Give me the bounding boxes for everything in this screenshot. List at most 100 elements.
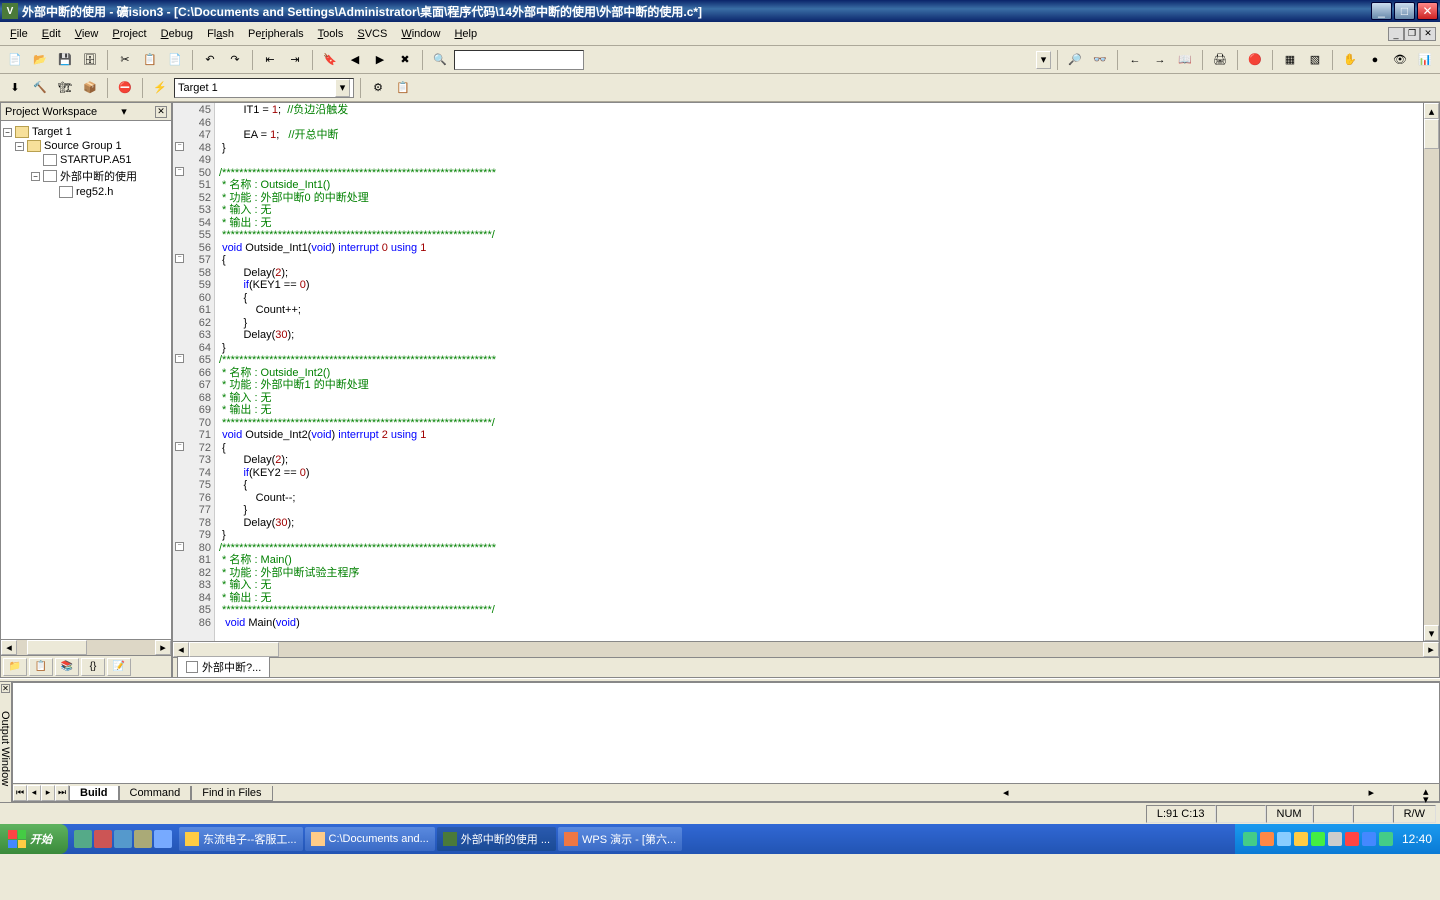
menu-view[interactable]: View	[69, 26, 105, 42]
mdi-restore-button[interactable]: ❐	[1404, 27, 1420, 41]
find-combo[interactable]	[454, 50, 584, 70]
menu-tools[interactable]: Tools	[312, 26, 350, 42]
find-combo-arrow[interactable]: ▾	[1036, 51, 1051, 69]
cut-icon[interactable]: ✂	[114, 49, 136, 71]
ws-tab-func[interactable]: {}	[81, 658, 105, 676]
quick-launch-icon[interactable]	[74, 830, 92, 848]
menu-help[interactable]: Help	[448, 26, 483, 42]
save-icon[interactable]: 💾	[54, 49, 76, 71]
indent-right-icon[interactable]: ⇥	[284, 49, 306, 71]
stop-build-icon[interactable]: ⛔	[114, 77, 136, 99]
mdi-minimize-button[interactable]: _	[1388, 27, 1404, 41]
tree-target[interactable]: − Target 1	[3, 125, 169, 139]
workspace-hscroll[interactable]: ◂ ▸	[1, 639, 171, 655]
fold-icon[interactable]: −	[175, 442, 184, 451]
menu-file[interactable]: File	[4, 26, 34, 42]
nav-forward-icon[interactable]: →	[1149, 49, 1171, 71]
print-icon[interactable]: 🖨	[1209, 49, 1231, 71]
mdi-close-button[interactable]: ✕	[1420, 27, 1436, 41]
ws-tab-templ[interactable]: 📝	[107, 658, 131, 676]
output-text-area[interactable]	[13, 683, 1439, 783]
find-in-files-icon[interactable]: 🔍	[429, 49, 451, 71]
editor-hscroll[interactable]: ◂ ▸	[173, 641, 1439, 657]
window-tile-icon[interactable]: ▧	[1304, 49, 1326, 71]
quick-launch-icon[interactable]	[114, 830, 132, 848]
new-file-icon[interactable]: 📄	[4, 49, 26, 71]
nav-book-icon[interactable]: 📖	[1174, 49, 1196, 71]
taskbar-app-browser[interactable]: 东流电子--客服工...	[179, 827, 303, 851]
menu-svcs[interactable]: SVCS	[351, 26, 393, 42]
output-nav-prev-icon[interactable]: ◂	[27, 785, 41, 801]
ws-tab-regs[interactable]: 📋	[29, 658, 53, 676]
scroll-up-icon[interactable]: ▴	[1424, 103, 1439, 119]
fold-icon[interactable]: −	[175, 167, 184, 176]
output-scroll-down-icon[interactable]: ▾	[1423, 793, 1439, 801]
tray-icon[interactable]	[1311, 832, 1325, 846]
tray-icon[interactable]	[1345, 832, 1359, 846]
target-selector[interactable]: Target 1 ▾	[174, 78, 354, 98]
menu-flash[interactable]: Flash	[201, 26, 240, 42]
quick-launch-icon[interactable]	[94, 830, 112, 848]
bookmark-prev-icon[interactable]: ◀	[344, 49, 366, 71]
scroll-thumb[interactable]	[27, 640, 87, 655]
menu-window[interactable]: Window	[395, 26, 446, 42]
editor-file-tab[interactable]: 外部中断?...	[177, 656, 270, 677]
output-close-button[interactable]: ✕	[1, 684, 10, 693]
tray-icon[interactable]	[1294, 832, 1308, 846]
manage-icon[interactable]: 📋	[392, 77, 414, 99]
taskbar-app-keil[interactable]: 外部中断的使用 ...	[437, 827, 556, 851]
undo-icon[interactable]: ↶	[199, 49, 221, 71]
hand-icon[interactable]: ✋	[1339, 49, 1361, 71]
translate-icon[interactable]: ⬇	[4, 77, 26, 99]
paste-icon[interactable]: 📄	[164, 49, 186, 71]
code-area[interactable]: IT1 = 1; //负边沿触发 EA = 1; //开总中断 } /*****…	[215, 103, 1423, 641]
output-tab-command[interactable]: Command	[119, 786, 192, 801]
output-tab-build[interactable]: Build	[69, 786, 119, 801]
breakpoint-icon[interactable]: ●	[1364, 49, 1386, 71]
output-nav-last-icon[interactable]: ⏭	[55, 785, 69, 801]
redo-icon[interactable]: ↷	[224, 49, 246, 71]
editor-vscroll[interactable]: ▴ ▾	[1423, 103, 1439, 641]
fold-icon[interactable]: −	[175, 542, 184, 551]
bookmark-next-icon[interactable]: ▶	[369, 49, 391, 71]
close-button[interactable]: ✕	[1417, 2, 1438, 20]
fold-icon[interactable]: −	[175, 354, 184, 363]
nav-back-icon[interactable]: ←	[1124, 49, 1146, 71]
find-icon[interactable]: 🔎	[1064, 49, 1086, 71]
tree-file-header[interactable]: reg52.h	[3, 185, 169, 199]
menu-edit[interactable]: Edit	[36, 26, 67, 42]
expand-icon[interactable]: −	[3, 128, 12, 137]
project-tree[interactable]: − Target 1 − Source Group 1 STARTUP.A51 …	[1, 121, 171, 639]
menu-debug[interactable]: Debug	[155, 26, 199, 42]
stack-icon[interactable]: 📊	[1414, 49, 1436, 71]
scroll-left-icon[interactable]: ◂	[1, 640, 17, 655]
menu-peripherals[interactable]: Peripherals	[242, 26, 310, 42]
copy-icon[interactable]: 📋	[139, 49, 161, 71]
menu-project[interactable]: Project	[106, 26, 152, 42]
build-batch-icon[interactable]: 📦	[79, 77, 101, 99]
tray-icon[interactable]	[1328, 832, 1342, 846]
workspace-close-button[interactable]: ✕	[155, 106, 167, 118]
bookmark-toggle-icon[interactable]: 🔖	[319, 49, 341, 71]
output-panel-handle[interactable]: ✕ Output Window	[0, 682, 12, 802]
rebuild-all-icon[interactable]: 🏗	[54, 77, 76, 99]
tree-source-group[interactable]: − Source Group 1	[3, 139, 169, 153]
vscroll-thumb[interactable]	[1424, 119, 1439, 149]
workspace-pin-icon[interactable]: ▾	[121, 105, 127, 118]
ws-tab-books[interactable]: 📚	[55, 658, 79, 676]
fold-icon[interactable]: −	[175, 254, 184, 263]
taskbar-app-explorer[interactable]: C:\Documents and...	[305, 827, 435, 851]
hscroll-thumb[interactable]	[189, 642, 279, 657]
minimize-button[interactable]: _	[1371, 2, 1392, 20]
watch-icon[interactable]: 👁	[1389, 49, 1411, 71]
expand-icon[interactable]: −	[15, 142, 24, 151]
debug-icon[interactable]: 🔴	[1244, 49, 1266, 71]
output-tab-find[interactable]: Find in Files	[191, 786, 272, 801]
tray-icon[interactable]	[1260, 832, 1274, 846]
taskbar-app-wps[interactable]: WPS 演示 - [第六...	[558, 827, 682, 851]
maximize-button[interactable]: □	[1394, 2, 1415, 20]
tree-file-startup[interactable]: STARTUP.A51	[3, 153, 169, 167]
quick-launch-icon[interactable]	[134, 830, 152, 848]
tray-icon[interactable]	[1362, 832, 1376, 846]
download-icon[interactable]: ⚡	[149, 77, 171, 99]
